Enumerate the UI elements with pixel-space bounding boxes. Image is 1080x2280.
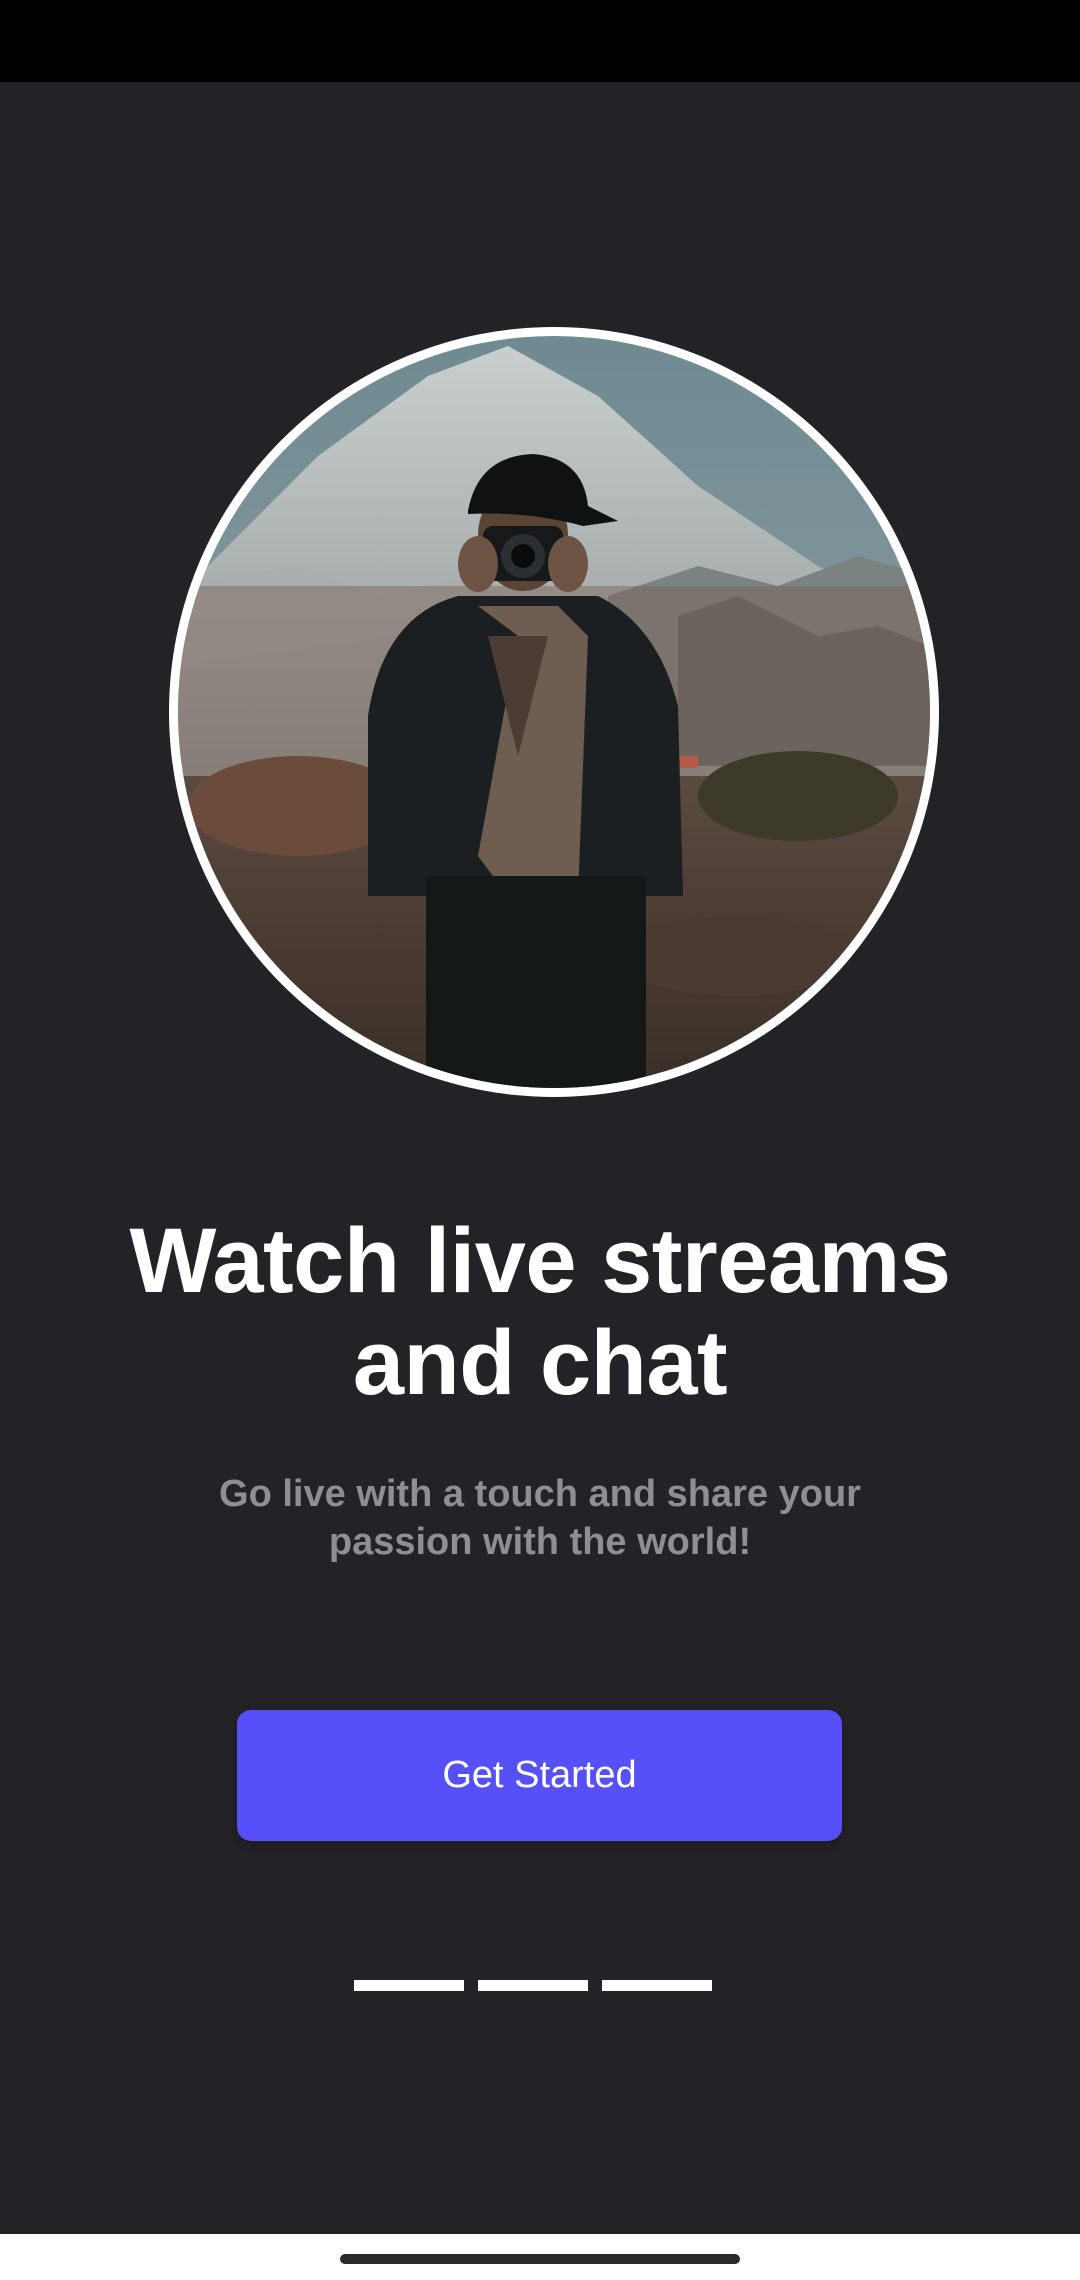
page-indicator	[354, 1980, 712, 1991]
onboarding-subtitle-line-2: passion with the world!	[328, 1521, 752, 1563]
get-started-button[interactable]: Get Started	[237, 1710, 842, 1841]
onboarding-subtitle: Go live with a touch and share your pass…	[190, 1470, 890, 1566]
page-indicator-segment-2[interactable]	[478, 1980, 588, 1991]
onboarding-subtitle-line-1: Go live with a touch and share your	[219, 1473, 861, 1515]
system-navigation-bar	[0, 2234, 1080, 2280]
onboarding-title-line-1: Watch live streams	[129, 1210, 951, 1312]
hero-photo-photographer	[178, 336, 930, 1088]
page-indicator-segment-1[interactable]	[354, 1980, 464, 1991]
page-indicator-segment-3[interactable]	[602, 1980, 712, 1991]
onboarding-title: Watch live streams and chat	[0, 1210, 1080, 1414]
home-indicator[interactable]	[340, 2254, 740, 2264]
status-bar	[0, 0, 1080, 82]
onboarding-title-line-2: and chat	[352, 1312, 728, 1414]
hero-image-frame	[169, 327, 939, 1097]
